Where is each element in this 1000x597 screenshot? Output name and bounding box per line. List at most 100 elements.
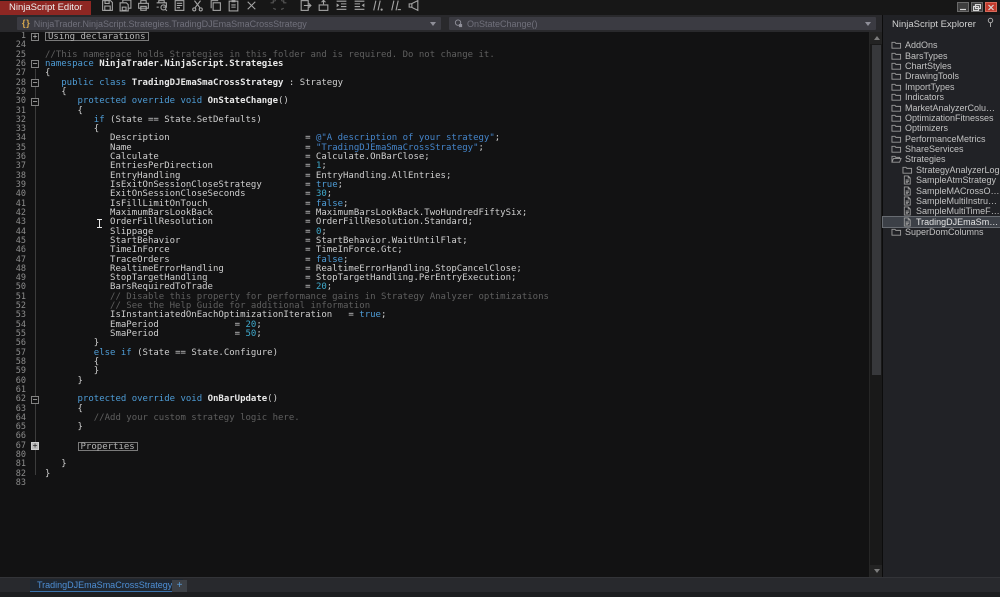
- code-editor[interactable]: 1 + Using declarations 24 25//This namespace…: [0, 32, 869, 577]
- tree-item[interactable]: Indicators: [883, 92, 1000, 102]
- doc-icon: [902, 186, 913, 196]
- code-line: 57 else if (State == State.Configure): [0, 348, 869, 358]
- tree-item-label: Strategies: [905, 154, 946, 165]
- tree-item[interactable]: AddOns: [883, 40, 1000, 50]
- navigation-bar: { } NinjaTrader.NinjaScript.Strategies.T…: [0, 15, 882, 32]
- active-document-tab[interactable]: TradingDJEmaSmaCrossStrategy*: [30, 579, 183, 593]
- type-dropdown[interactable]: { } NinjaTrader.NinjaScript.Strategies.T…: [17, 17, 441, 30]
- line-number: 83: [15, 478, 26, 488]
- build-icon[interactable]: [317, 0, 330, 12]
- fold-column: [26, 367, 45, 376]
- print-icon[interactable]: [137, 0, 150, 12]
- cut-icon[interactable]: [191, 0, 204, 12]
- tree-item[interactable]: Strategies: [883, 154, 1000, 164]
- fold-column: +: [26, 442, 45, 451]
- explorer-header: NinjaScript Explorer: [883, 15, 1000, 33]
- fold-toggle[interactable]: +: [31, 442, 39, 451]
- tree-item[interactable]: SampleMACrossOver: [883, 185, 1000, 196]
- code-line: 80: [0, 450, 869, 460]
- tree-item-label: ImportTypes: [905, 81, 955, 92]
- code-text: Using declarations: [45, 32, 149, 42]
- compile-icon[interactable]: [407, 0, 420, 12]
- tree-item[interactable]: StrategyAnalyzerLog: [883, 165, 1000, 175]
- tree-item[interactable]: SampleAtmStrategy: [883, 175, 1000, 185]
- fold-column: [26, 181, 45, 190]
- fold-column: [26, 283, 45, 292]
- tree-item-label: Optimizers: [905, 123, 949, 134]
- tree-item[interactable]: ChartStyles: [883, 61, 1000, 71]
- fold-column: −: [26, 79, 45, 88]
- fold-column: [26, 218, 45, 227]
- add-tab-button[interactable]: +: [172, 580, 187, 592]
- comment-icon[interactable]: [371, 0, 384, 12]
- bottom-strip: [0, 592, 1000, 597]
- fold-column: [26, 153, 45, 162]
- fold-column: [26, 41, 45, 50]
- tree-item[interactable]: TradingDJEmaSmaCro...: [882, 215, 1000, 229]
- tree-item-label: SuperDomColumns: [905, 227, 984, 238]
- tree-item[interactable]: ShareServices: [883, 144, 1000, 154]
- goto-definition-icon[interactable]: [299, 0, 313, 12]
- print-preview-icon[interactable]: [155, 0, 168, 12]
- fold-toggle[interactable]: −: [31, 79, 39, 88]
- folder-icon: [891, 51, 902, 61]
- fold-toggle[interactable]: −: [31, 60, 39, 69]
- fold-column: [26, 107, 45, 116]
- minimize-button[interactable]: [957, 2, 969, 12]
- restore-button[interactable]: [971, 2, 983, 12]
- close-button[interactable]: [985, 2, 997, 12]
- copy-icon[interactable]: [209, 0, 222, 12]
- fold-column: [26, 311, 45, 320]
- fold-column: [26, 321, 45, 330]
- doc-icon: [902, 196, 913, 206]
- code-text: Properties: [45, 441, 138, 451]
- tree-item[interactable]: Optimizers: [883, 123, 1000, 133]
- tree-item-label: StrategyAnalyzerLog: [916, 164, 1000, 175]
- indent-icon[interactable]: [335, 0, 348, 12]
- folder-icon: [902, 165, 913, 175]
- folder-icon: [891, 134, 902, 144]
- tree-item[interactable]: MarketAnalyzerColumns: [883, 102, 1000, 113]
- save-all-icon[interactable]: [119, 0, 132, 12]
- undo-icon[interactable]: [263, 0, 277, 12]
- fold-column: [26, 349, 45, 358]
- template-icon[interactable]: [173, 0, 186, 12]
- title-bar: NinjaScript Editor: [0, 0, 1000, 15]
- code-line: 55 SmaPeriod = 50;: [0, 329, 869, 339]
- code-text: }: [45, 375, 83, 386]
- fold-column: [26, 423, 45, 432]
- tree-item[interactable]: DrawingTools: [883, 71, 1000, 81]
- fold-toggle[interactable]: +: [31, 32, 39, 41]
- folder-icon: [891, 92, 902, 102]
- code-line: 26− namespace NinjaTrader.NinjaScript.Str…: [0, 59, 869, 69]
- folder-icon: [891, 227, 902, 237]
- fold-column: [26, 246, 45, 255]
- fold-toggle[interactable]: −: [31, 395, 39, 404]
- window-controls: [957, 2, 1000, 12]
- fold-column: [26, 479, 45, 488]
- tree-item[interactable]: OptimizationFitnesses: [883, 113, 1000, 123]
- code-line: 32 if (State == State.SetDefaults): [0, 115, 869, 125]
- tree-item-label: TradingDJEmaSmaCro...: [916, 216, 1000, 227]
- tree-item[interactable]: SampleMultiTimeFrame: [883, 206, 1000, 216]
- delete-icon[interactable]: [245, 0, 258, 12]
- tree-item[interactable]: SuperDomColumns: [883, 227, 1000, 237]
- paste-icon[interactable]: [227, 0, 240, 12]
- member-dropdown[interactable]: OnStateChange(): [449, 17, 876, 30]
- outdent-icon[interactable]: [353, 0, 366, 12]
- tree-item[interactable]: BarsTypes: [883, 50, 1000, 61]
- save-icon[interactable]: [101, 0, 114, 12]
- pin-icon[interactable]: [986, 17, 995, 31]
- tree-item-label: SampleMultiInstrument: [916, 196, 1000, 207]
- scrollbar-thumb[interactable]: [871, 45, 881, 375]
- triangle-up-icon: [873, 36, 880, 40]
- fold-toggle[interactable]: −: [31, 97, 39, 106]
- tree-item[interactable]: ImportTypes: [883, 82, 1000, 92]
- editor-scrollbar[interactable]: [869, 32, 883, 577]
- redo-icon[interactable]: [281, 0, 294, 12]
- tree-item[interactable]: SampleMultiInstrument: [883, 196, 1000, 206]
- fold-column: [26, 125, 45, 134]
- tree-item[interactable]: PerformanceMetrics: [883, 134, 1000, 144]
- uncomment-icon[interactable]: [389, 0, 402, 12]
- fold-column: [26, 162, 45, 171]
